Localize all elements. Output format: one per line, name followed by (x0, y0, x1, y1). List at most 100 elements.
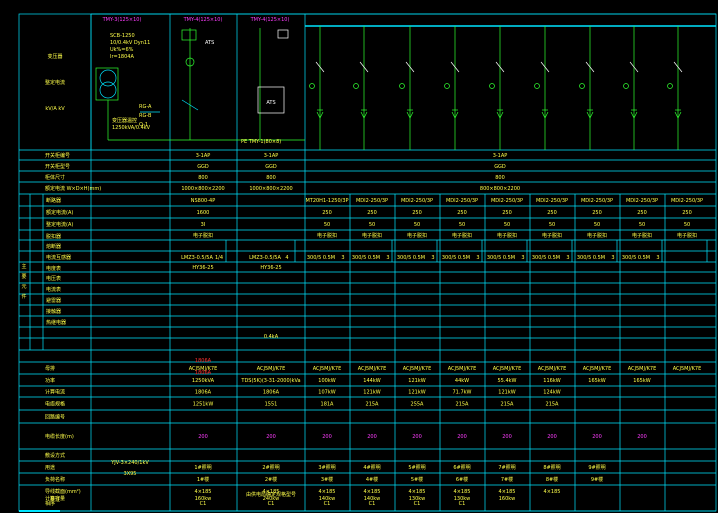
section-label-char: 件 (21, 293, 26, 300)
component-label: 脱扣器 (46, 233, 61, 240)
indicator-icon (667, 83, 673, 89)
feeder-circuit (353, 26, 369, 150)
tie-heading: TMY-4(125×10) (250, 17, 290, 23)
indicator-icon (489, 83, 495, 89)
row-value: 6#楼 (456, 476, 468, 483)
row-value: 107kW (318, 390, 335, 396)
row-value: 8#楼 (546, 476, 558, 483)
breaker-model: MDI2-250/3P (401, 198, 433, 204)
row-value: 2#照明 (262, 465, 279, 471)
row-value: 44kW (455, 378, 469, 384)
indicator-icon (399, 83, 405, 89)
ct-value: 300/5 0.5M (397, 255, 425, 261)
row-value: 2#楼 (265, 476, 277, 483)
row-value: 800×800×2200 (480, 186, 520, 192)
ct-value: LMZ3-0.5/5A (249, 255, 281, 261)
component-label: 电度表 (46, 265, 61, 272)
row-value: 1#照明 (194, 465, 211, 471)
rated-current: 250 (367, 210, 377, 216)
row-value: 55.4kW (498, 378, 517, 384)
row-label: 回路编号 (45, 414, 65, 421)
feeder-circuit (444, 26, 460, 150)
row-value: 1551 (265, 402, 278, 408)
breaker-model: MDI2-250/3P (671, 198, 703, 204)
component-label: 热继电器 (46, 319, 66, 326)
setting-current: 50 (459, 222, 465, 228)
table-labels: TMY-3(125×10) SCB-125010/0.4kV Dyn11Uk%=6… (21, 17, 703, 507)
ct-value: 300/5 0.5M (442, 255, 470, 261)
component-label: 电流表 (46, 286, 61, 293)
ground-symbol-icon (633, 111, 638, 119)
setting-current: 50 (414, 222, 420, 228)
row-value: 215A (366, 402, 380, 408)
ct-value: 300/5 0.5M (487, 255, 515, 261)
meter-model: HY36-25 (260, 265, 281, 271)
row-value: 6#照明 (453, 465, 470, 471)
ct-count: 3 (476, 255, 479, 261)
ground-symbol-icon (454, 111, 459, 119)
ground-symbol-icon (499, 111, 504, 119)
incoming-note: ATS (205, 40, 214, 46)
row-value: 3-1AP (196, 153, 211, 159)
feeder-circuit (667, 26, 683, 150)
row-label: 额定电流 W×D×H(mm) (45, 185, 101, 192)
row-value: 1806A (195, 390, 212, 396)
row-value: 215A (456, 402, 470, 408)
row-value: 4#楼 (366, 476, 378, 483)
ct-count: 3 (611, 255, 614, 261)
row-value: GGD (265, 164, 277, 170)
trip-type: 电子脱扣 (317, 232, 337, 239)
ct-count: 1/4 (215, 255, 223, 261)
setting-current: 50 (594, 222, 600, 228)
row-label: 负荷名称 (45, 476, 65, 483)
row-value: 4×185 (544, 489, 561, 495)
feeder-circuit (309, 26, 325, 150)
row-value: 215A (501, 402, 515, 408)
row-value: C1 (369, 501, 376, 507)
ground-symbol-icon (496, 111, 501, 119)
ground-symbol-icon (409, 111, 414, 119)
rated-current: 250 (502, 210, 512, 216)
row-value: 200 (322, 434, 332, 440)
row-value: C1 (459, 501, 466, 507)
row-value: ACJ5MJ/K7E (673, 366, 702, 372)
meter-model: HY36-25 (192, 265, 213, 271)
row-value: GGD (494, 164, 506, 170)
ct-count: 3 (386, 255, 389, 261)
setting-current: 50 (549, 222, 555, 228)
row-value: C1 (324, 501, 331, 507)
trip-type: 电子脱扣 (497, 232, 517, 239)
setting-current: 50 (639, 222, 645, 228)
feeder-circuit (399, 26, 415, 150)
transformer-winding-icon (99, 69, 117, 87)
rated-current: 250 (322, 210, 332, 216)
row-value: 4×185 (319, 489, 336, 495)
red-current: 1806A (195, 370, 212, 376)
row-value: ACJ5MJ/K7E (583, 366, 612, 372)
row-value: 121kW (498, 390, 515, 396)
rated-current: 250 (592, 210, 602, 216)
row-value: 800 (266, 175, 276, 181)
transformer-note: Q-1 (139, 122, 148, 128)
row-value: 1806A (263, 390, 280, 396)
row-value: 5#楼 (411, 476, 423, 483)
row-label: 柜体尺寸 (45, 174, 65, 181)
ct-count: 3 (341, 255, 344, 261)
row-value: 121kW (408, 378, 425, 384)
feeder-circuits (95, 25, 716, 150)
row-value: ACJ5MJ/K7E (358, 366, 387, 372)
row-value: C1 (268, 501, 275, 507)
pe-bus-note: PE TMY-1(80×8) (241, 139, 281, 145)
ct-count: 3 (566, 255, 569, 261)
indicator-icon (534, 83, 540, 89)
rated-current: 250 (682, 210, 692, 216)
ground-symbol-icon (674, 111, 679, 119)
row-value: 1000×800×2200 (181, 186, 224, 192)
transformer-winding-icon (99, 81, 117, 99)
row-value: 7#照明 (498, 465, 515, 471)
setting-current: 50 (684, 222, 690, 228)
section-label-char: 元 (21, 284, 26, 290)
feeder-circuit (623, 26, 639, 150)
row-value: 1250kVA (192, 378, 215, 384)
single-line-diagram: TMY-3(125×10) SCB-125010/0.4kV Dyn11Uk%=6… (18, 13, 717, 512)
